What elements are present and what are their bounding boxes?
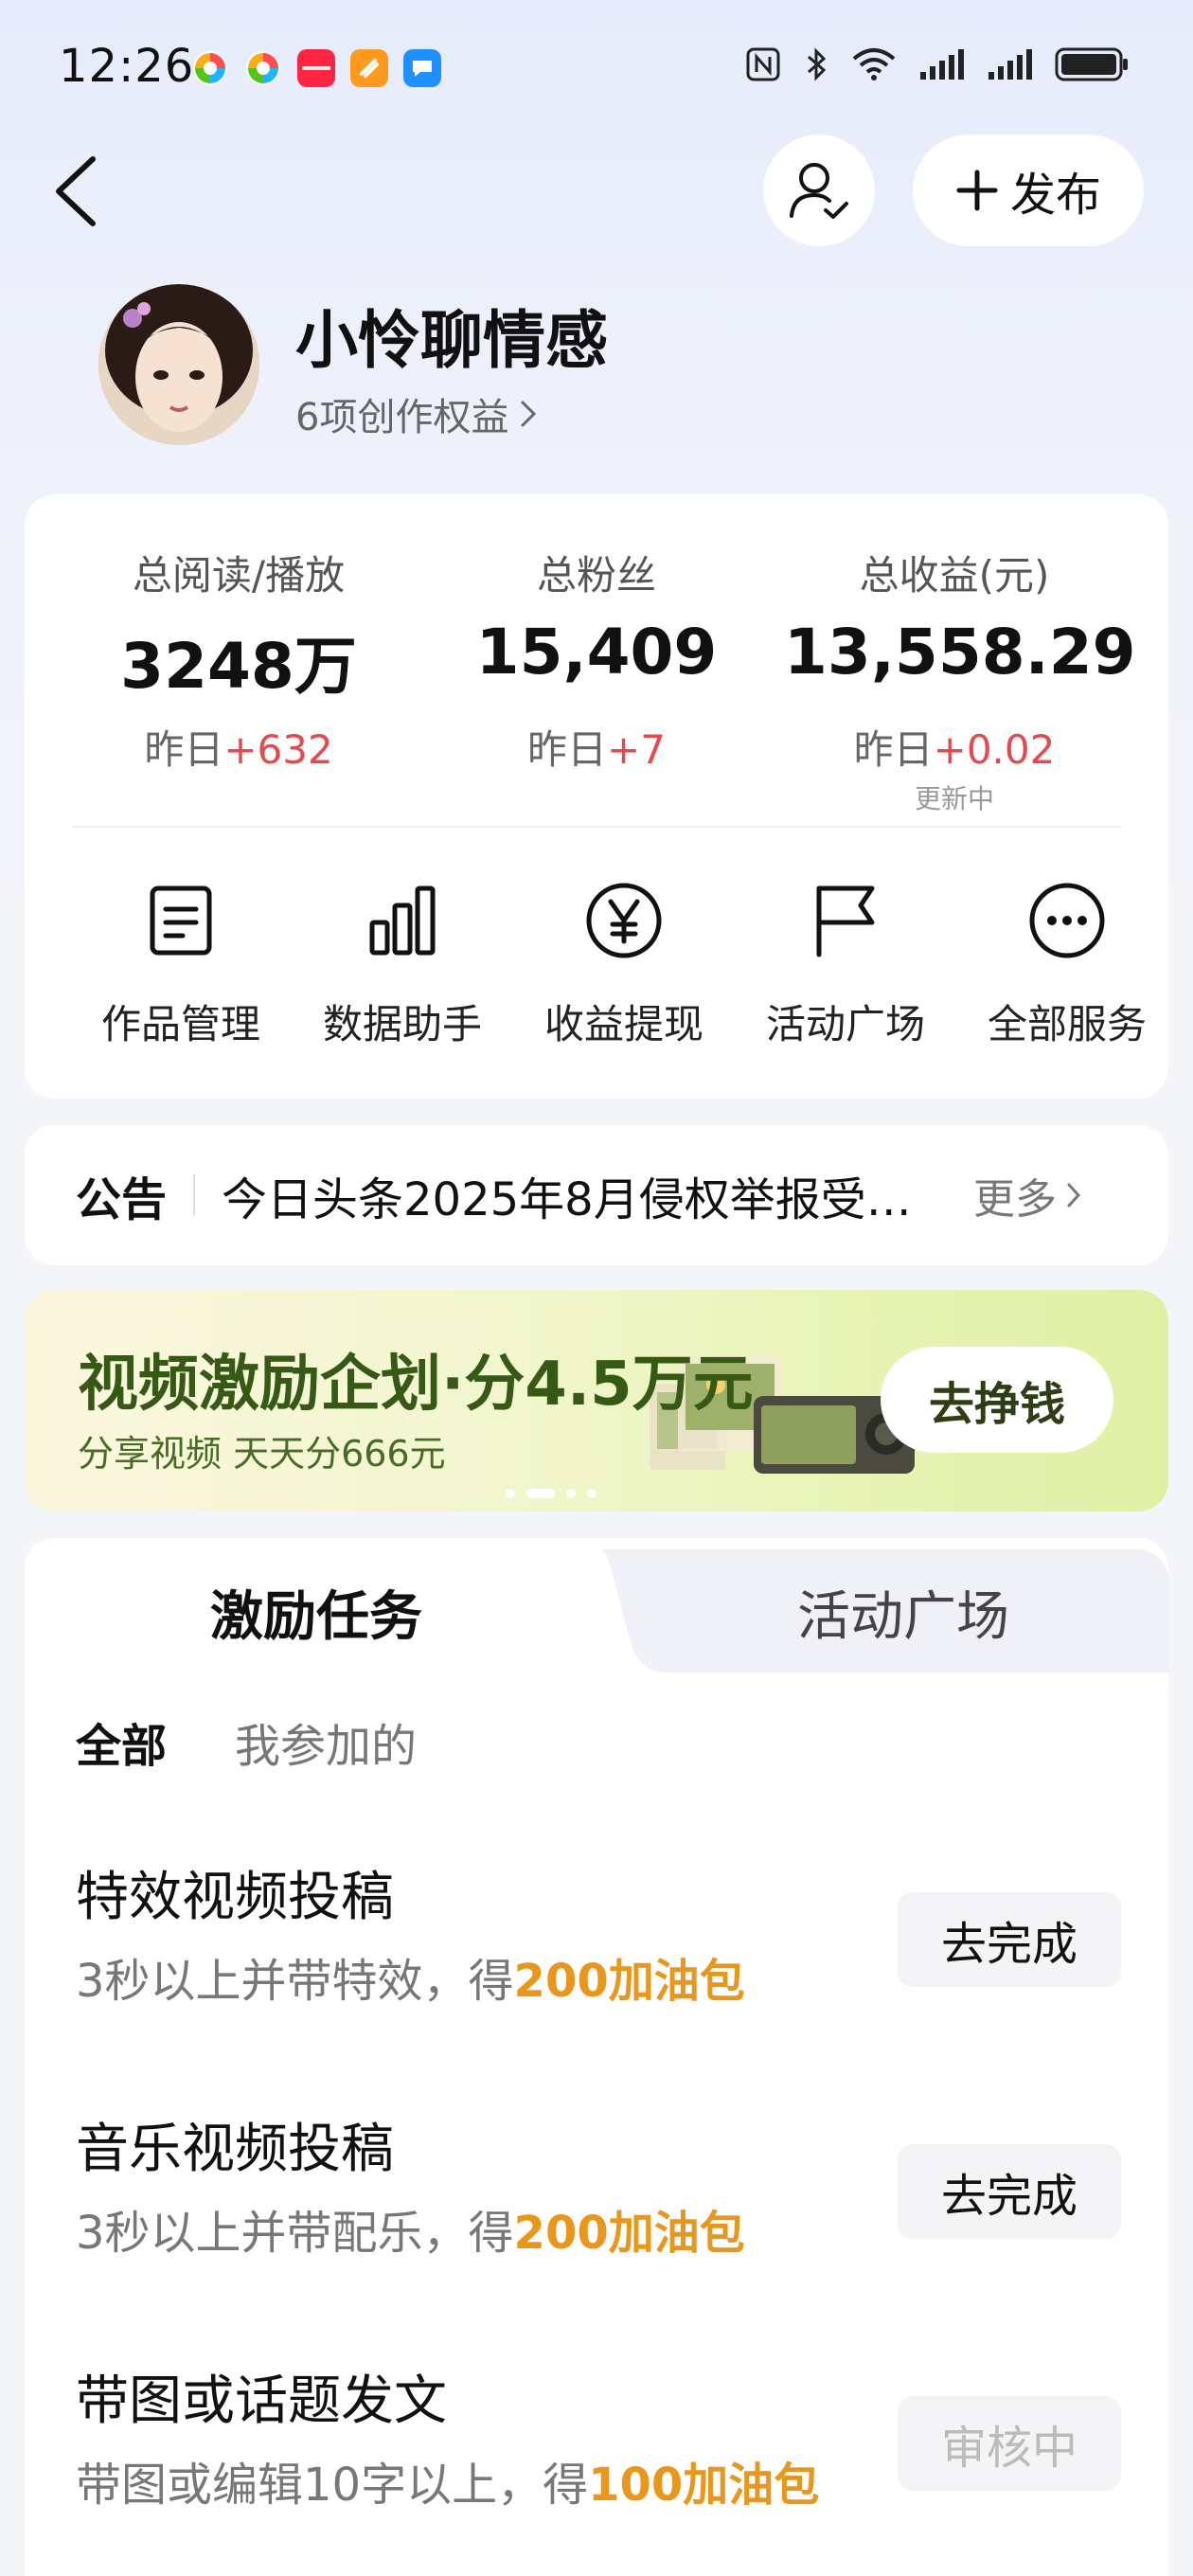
signal-icon [920,49,964,80]
stat-value: 13,558.29 [784,616,1136,689]
task-title: 音乐视频投稿 [76,2119,394,2180]
user-follow-button[interactable] [763,134,875,246]
back-button[interactable] [49,152,106,227]
status-right-icons [744,45,1131,83]
battery-icon [1055,47,1128,81]
announcement-text[interactable]: 今日头条2025年8月侵权举报受理公示 [222,1162,951,1228]
promo-banner[interactable]: 视频激励企划·分4.5万元 分享视频 天天分666元 去挣钱 [25,1290,1168,1512]
publish-button[interactable]: 发布 [913,134,1144,246]
earn-money-button[interactable]: 去挣钱 [881,1347,1113,1453]
app-icon-1 [191,49,229,87]
banner-pagination [506,1489,596,1498]
service-label: 作品管理 [100,1001,260,1047]
stat-value: 3248万 [120,630,357,703]
app-icon-2 [244,49,282,87]
task-reviewing-button: 审核中 [898,2396,1121,2491]
pagination-dot-active [526,1489,555,1498]
bluetooth-icon [808,47,827,81]
chevron-right-icon [521,401,537,427]
signal-icon [988,49,1032,80]
stat-label: 总粉丝 [536,552,656,599]
avatar[interactable] [98,284,259,445]
service-label: 全部服务 [987,1001,1147,1047]
plus-icon [956,170,998,211]
stat-delta: 昨日+7 [527,726,666,773]
wifi-icon [852,48,896,80]
service-label: 活动广场 [765,1001,925,1047]
status-app-icons [191,49,441,87]
nfc-icon [746,47,780,81]
task-title: 特效视频投稿 [76,1867,394,1928]
task-complete-button[interactable]: 去完成 [898,1892,1121,1987]
chevron-right-icon [1067,1183,1081,1208]
status-time: 12:26 [59,40,195,93]
divider [72,826,1121,828]
status-bar: 12:26 [0,0,1193,133]
service-data-assistant[interactable]: 数据助手 [294,873,511,1050]
service-label: 数据助手 [322,1001,482,1047]
stat-updating-note: 更新中 [914,783,994,814]
tab-incentive-tasks[interactable]: 激励任务 [210,1574,422,1651]
task-item: 音乐视频投稿 3秒以上并带配乐，得200加油包 去完成 [25,2106,1168,2315]
pagination-dot [566,1489,576,1498]
service-income-withdraw[interactable]: 收益提现 [515,873,733,1050]
task-item: 带图或话题发文 带图或编辑10字以上，得100加油包 审核中 [25,2358,1168,2567]
banner-subtitle: 分享视频 天天分666元 [78,1433,446,1475]
filter-joined[interactable]: 我参加的 [235,1708,417,1775]
service-all-services[interactable]: 全部服务 [958,873,1176,1050]
stats-card: 总阅读/播放 3248万 昨日+632 总粉丝 15,409 昨日+7 总收益(… [25,494,1168,1099]
bar-chart-icon [355,873,450,968]
tab-activity-square[interactable]: 活动广场 [797,1574,1009,1651]
chevron-left-icon [56,156,96,226]
divider [193,1174,196,1216]
publish-label: 发布 [1009,169,1101,222]
task-title: 带图或话题发文 [76,2370,447,2432]
task-complete-button[interactable]: 去完成 [898,2144,1121,2239]
stat-value: 15,409 [475,616,718,689]
user-name: 小怜聊情感 [295,304,608,377]
banner-title: 视频激励企划·分4.5万元 [78,1350,754,1420]
service-works-management[interactable]: 作品管理 [72,873,290,1050]
service-activity-square[interactable]: 活动广场 [737,873,954,1050]
service-label: 收益提现 [543,1001,703,1047]
message-app-icon [403,49,441,87]
stat-delta: 昨日+0.02 [853,726,1056,773]
task-description: 3秒以上并带配乐，得200加油包 [76,2207,745,2260]
pagination-dot [506,1489,515,1498]
xiaohongshu-app-icon [297,49,335,87]
flag-icon [798,873,893,968]
task-description: 带图或编辑10字以上，得100加油包 [76,2459,820,2512]
creator-rights-link[interactable]: 6项创作权益 [295,386,537,441]
pagination-dot [587,1489,596,1498]
user-check-icon [790,163,848,219]
announcement-bar[interactable]: 公告 今日头条2025年8月侵权举报受理公示 更多 [25,1125,1168,1265]
document-icon [134,873,228,968]
task-description: 3秒以上并带特效，得200加油包 [76,1955,745,2008]
creator-rights-label: 6项创作权益 [295,396,509,439]
stat-label: 总阅读/播放 [132,552,346,599]
stat-label: 总收益(元) [859,552,1050,599]
yen-icon [577,873,671,968]
announcement-tag: 公告 [76,1173,168,1226]
filter-all[interactable]: 全部 [76,1708,167,1775]
more-icon [1020,873,1114,968]
app-icon-orange [350,49,388,87]
announcement-more-link[interactable]: 更多 [973,1165,1081,1225]
task-item: 特效视频投稿 3秒以上并带特效，得200加油包 去完成 [25,1854,1168,2063]
task-panel: 激励任务 活动广场 全部 我参加的 特效视频投稿 3秒以上并带特效，得200加油… [25,1538,1168,2576]
stat-delta: 昨日+632 [144,726,333,773]
more-label: 更多 [973,1175,1058,1224]
